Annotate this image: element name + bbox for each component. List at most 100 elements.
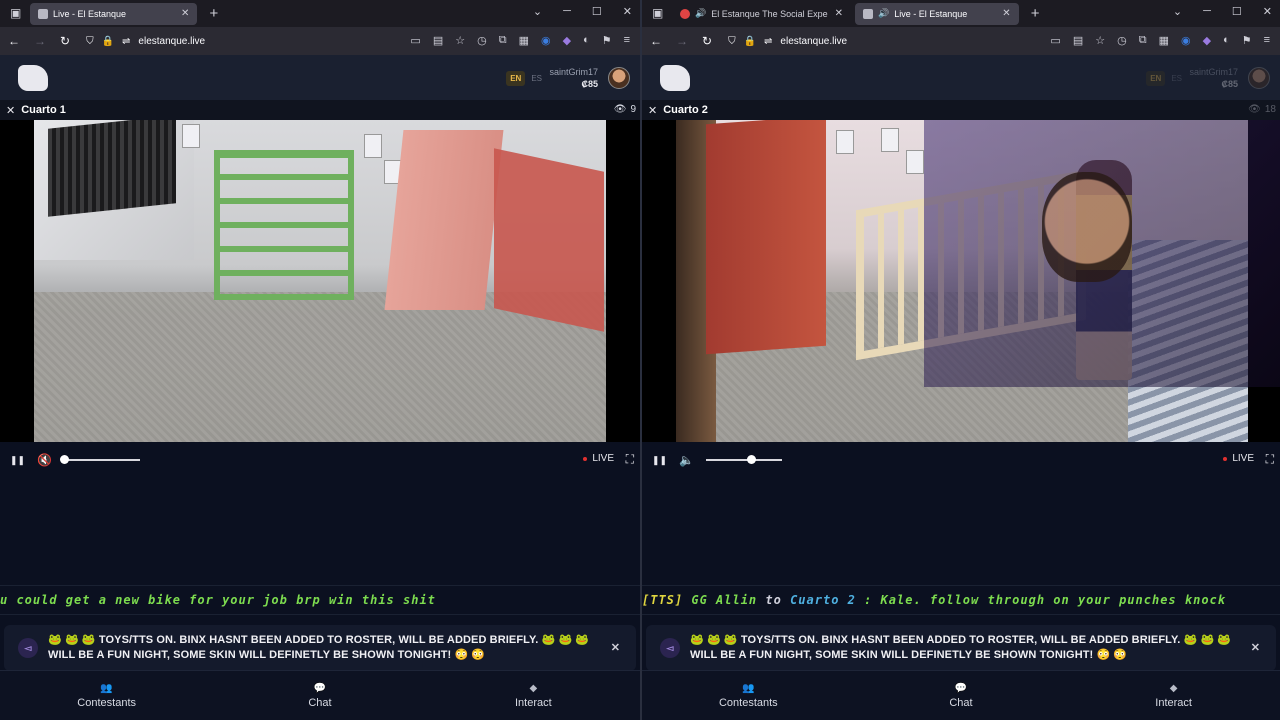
reader-icon[interactable]: ▤ [1073,34,1083,47]
tab-live-el-estanque[interactable]: Live - El Estanque ✕ [30,2,198,25]
addon-purple-icon[interactable]: ◆ [1203,34,1211,47]
lang-es-button[interactable]: ES [1171,71,1182,86]
volume-knob[interactable] [747,455,757,464]
account-icon[interactable]: ◐ [1223,34,1230,47]
chevron-down-icon[interactable]: ⌄ [533,5,542,18]
account-icon[interactable]: ◐ [583,34,590,47]
chevron-down-icon[interactable]: ⌄ [1173,5,1182,18]
video-stream[interactable] [642,120,1280,442]
bookmark-star-icon[interactable]: ☆ [1095,34,1105,47]
dismiss-announcement-button[interactable]: ✕ [611,641,620,656]
reload-button[interactable]: ↻ [60,34,70,48]
volume-knob[interactable] [60,455,70,464]
volume-slider[interactable] [706,455,783,464]
megaphone-icon: ◅ [18,638,38,658]
tab-label: Live - El Estanque [53,8,127,19]
nav-chat[interactable]: 💬 Chat [245,683,395,709]
nav-chat[interactable]: 💬 Chat [886,683,1036,709]
address-bar[interactable]: ⛉ 🔒 ⇌ elestanque.live [86,36,205,47]
nav-interact[interactable]: ◆ Interact [1099,683,1249,709]
bookmark-star-icon[interactable]: ☆ [455,34,465,47]
window-controls: ⌄ ─ ☐ ✕ [1173,5,1272,18]
volume-slider[interactable] [60,455,141,464]
tab-close-icon[interactable]: ✕ [181,8,189,19]
close-window-button[interactable]: ✕ [623,5,632,18]
addon-icon[interactable]: ▦ [1159,34,1169,47]
bottom-nav: 👥 Contestants 💬 Chat ◆ Interact [642,670,1280,720]
fullscreen-button[interactable]: ⛶ [1266,452,1274,467]
addon-flag-icon[interactable]: ⚑ [1242,34,1252,47]
live-indicator[interactable]: LIVE [1223,453,1254,464]
close-window-button[interactable]: ✕ [1263,5,1272,18]
back-button[interactable]: ← [8,34,20,48]
forward-button[interactable]: → [34,34,46,48]
lang-en-button[interactable]: EN [506,71,526,86]
addon-flag-icon[interactable]: ⚑ [602,34,612,47]
tab-live-el-estanque[interactable]: 🔊 Live - El Estanque ✕ [855,2,1019,25]
pause-button[interactable]: ❚❚ [10,455,25,466]
extensions-icon[interactable]: ⧉ [1139,34,1147,47]
back-button[interactable]: ← [650,34,662,48]
announcement-text: 🐸 🐸 🐸 TOYS/TTS ON. BINX HASNT BEEN ADDED… [690,634,1232,661]
tab-close-icon[interactable]: ✕ [1002,8,1010,19]
lang-es-button[interactable]: ES [531,71,542,86]
live-label: LIVE [1232,453,1254,464]
user-info[interactable]: saintGrim17 ₡85 [1189,67,1238,89]
addon-blue-icon[interactable]: ◉ [541,34,551,47]
addon-purple-icon[interactable]: ◆ [563,34,571,47]
lang-en-button[interactable]: EN [1146,71,1166,86]
close-room-icon[interactable]: ✕ [6,104,15,117]
new-tab-button[interactable]: + [1031,5,1040,22]
room-title-bar: ✕ Cuarto 1 👁 9 [0,100,640,120]
viewer-count-value: 18 [1264,104,1276,115]
tab-strip: ▣ Live - El Estanque ✕ + ⌄ ─ ☐ ✕ [0,0,640,27]
frog-logo[interactable] [660,64,690,91]
tab-list-icon[interactable]: ▣ [652,6,668,20]
avatar[interactable] [608,67,630,89]
addon-icon[interactable]: ▦ [519,34,529,47]
nav-interact[interactable]: ◆ Interact [458,683,608,709]
tab-audio-icon[interactable]: 🔊 [695,8,706,19]
speaker-icon[interactable]: 🔈 [679,453,694,467]
user-info[interactable]: saintGrim17 ₡85 [549,67,598,89]
forward-button[interactable]: → [676,34,688,48]
browser-window-left: ▣ Live - El Estanque ✕ + ⌄ ─ ☐ ✕ ← → ↻ ⛉… [0,0,640,720]
avatar[interactable] [1248,67,1270,89]
pip-icon[interactable]: ▭ [1050,34,1060,47]
history-icon[interactable]: ◷ [477,34,487,47]
site-favicon-icon [863,8,874,19]
tab-el-estanque-social[interactable]: 🔊 El Estanque The Social Expe ✕ [672,3,851,25]
window-bars [48,120,176,217]
new-tab-button[interactable]: + [209,5,218,22]
ticker-room: Cuarto 2 [790,593,856,607]
minimize-button[interactable]: ─ [563,5,571,18]
tab-close-icon[interactable]: ✕ [835,8,843,19]
nav-contestants[interactable]: 👥 Contestants [32,683,182,709]
reader-icon[interactable]: ▤ [433,34,443,47]
maximize-button[interactable]: ☐ [1232,5,1242,18]
nav-contestants[interactable]: 👥 Contestants [673,683,823,709]
live-indicator[interactable]: LIVE [583,453,614,464]
dismiss-announcement-button[interactable]: ✕ [1251,641,1260,656]
shield-icon: ⛉ [728,35,736,47]
reload-button[interactable]: ↻ [702,34,712,48]
mute-speaker-icon[interactable]: 🔇 [37,453,52,467]
tab-audio-icon[interactable]: 🔊 [878,8,889,19]
menu-icon[interactable]: ≡ [624,34,630,47]
pip-icon[interactable]: ▭ [410,34,420,47]
frog-logo[interactable] [18,64,48,91]
address-bar[interactable]: ⛉ 🔒 ⇌ elestanque.live [728,36,847,47]
tab-list-icon[interactable]: ▣ [10,6,26,20]
extensions-icon[interactable]: ⧉ [499,34,507,47]
menu-icon[interactable]: ≡ [1264,34,1270,47]
history-icon[interactable]: ◷ [1117,34,1127,47]
minimize-button[interactable]: ─ [1203,5,1211,18]
addon-blue-icon[interactable]: ◉ [1181,34,1191,47]
fullscreen-button[interactable]: ⛶ [626,452,634,467]
close-room-icon[interactable]: ✕ [648,104,657,117]
green-bunk-bed [214,150,354,300]
maximize-button[interactable]: ☐ [592,5,602,18]
pause-button[interactable]: ❚❚ [652,455,667,466]
video-stream[interactable] [0,120,640,442]
toolbar-icons: ▭ ▤ ☆ ◷ ⧉ ▦ ◉ ◆ ◐ ⚑ ≡ [410,34,630,47]
